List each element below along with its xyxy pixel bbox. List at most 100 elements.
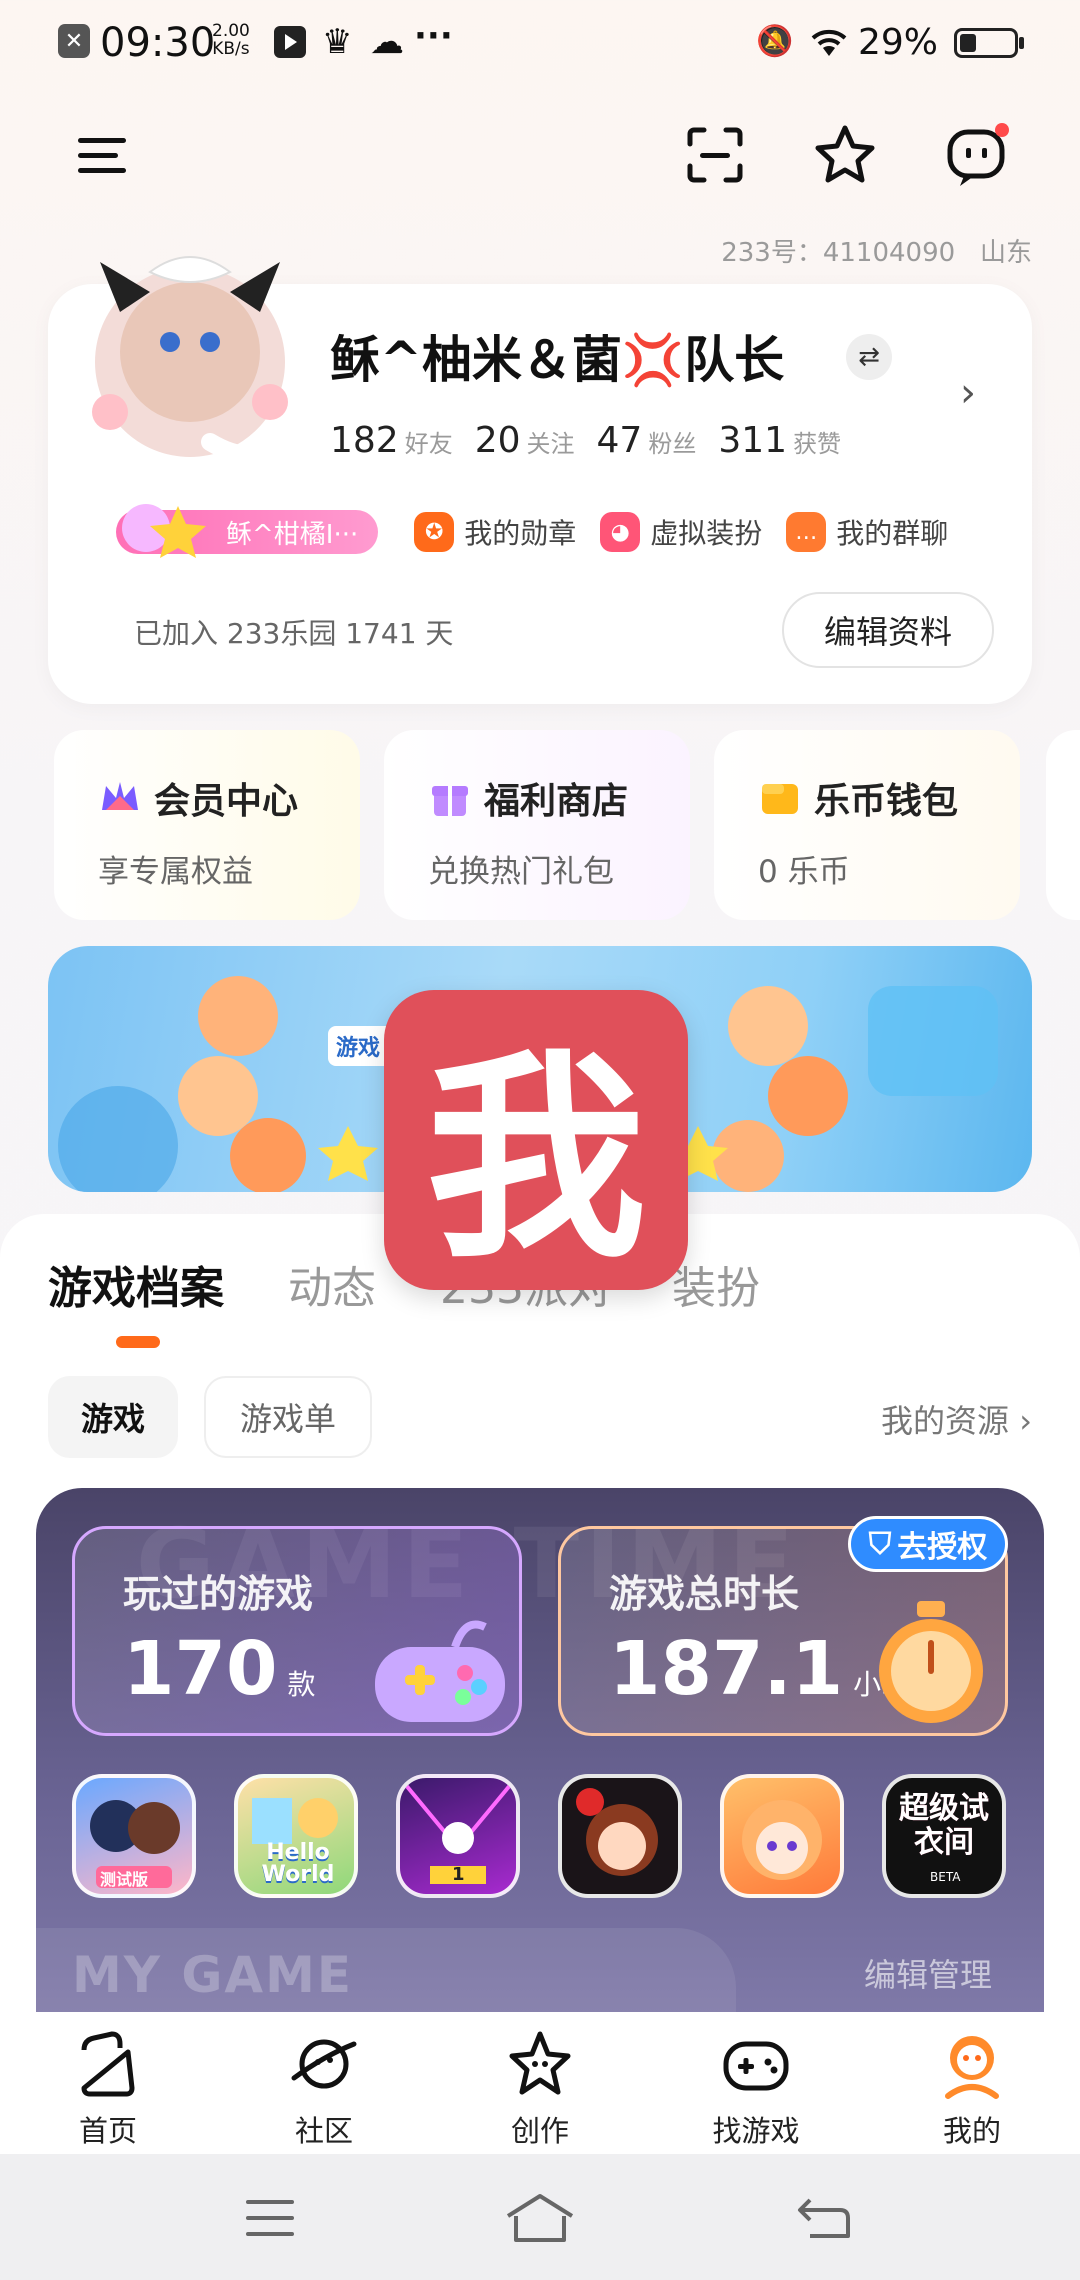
game-icon-dance[interactable]: 1 — [396, 1774, 520, 1898]
name-tag[interactable]: 稣^柑橘I··· — [116, 504, 379, 558]
menu-icon[interactable] — [68, 120, 138, 190]
nav-label: 创作 — [510, 2114, 569, 2148]
system-menu-icon[interactable] — [244, 2196, 296, 2240]
played-count: 170 — [123, 1626, 278, 1712]
feature-subtitle: 享专属权益 — [98, 854, 253, 890]
game-icon-dressup[interactable]: 超级试衣间 BETA — [882, 1774, 1006, 1898]
game-badge: 超级试衣间 — [899, 1791, 989, 1860]
nav-create[interactable]: 创作 — [450, 2026, 630, 2150]
planet-icon — [291, 2039, 357, 2089]
bottom-nav: 首页 社区 创作 找游戏 我的 — [0, 2012, 1080, 2154]
my-resources-link[interactable]: 我的资源 › — [881, 1396, 1032, 1442]
shield-check-icon: ⛉ — [868, 1526, 892, 1562]
feature-title: 福利商店 — [484, 781, 629, 822]
game-icon-sakura[interactable]: 测试版 — [72, 1774, 196, 1898]
chip-label: 我的群聊 — [836, 517, 949, 550]
stat-num: 20 — [474, 420, 521, 461]
gamepad-3d-icon — [375, 1620, 505, 1722]
mute-bell-icon: 🔕 — [756, 24, 794, 59]
cat-icon: ◕ — [600, 512, 641, 552]
feature-title: 乐币钱包 — [814, 781, 959, 822]
vip-center-card[interactable]: 会员中心 享专属权益 — [54, 730, 360, 920]
game-icon-hello-world[interactable]: Hello World — [234, 1774, 358, 1898]
chip-label: 我的勋章 — [464, 517, 577, 550]
battery-percent: 29% — [857, 22, 938, 63]
status-time: 09:30 — [100, 20, 216, 66]
feature-subtitle: 兑换热门礼包 — [428, 854, 614, 890]
nav-home[interactable]: 首页 — [18, 2026, 198, 2150]
nav-community[interactable]: 社区 — [234, 2026, 414, 2150]
favorite-star-icon[interactable] — [810, 120, 880, 190]
stat-likes[interactable]: 311 获赞 — [718, 420, 841, 461]
system-back-icon[interactable] — [796, 2192, 852, 2244]
tab-indicator — [116, 1336, 160, 1348]
authorize-button[interactable]: ⛉ 去授权 — [848, 1516, 1008, 1572]
stat-friends[interactable]: 182 好友 — [330, 420, 453, 461]
overlay-badge: 我 — [384, 990, 688, 1290]
scan-icon[interactable] — [680, 120, 750, 190]
system-home-icon[interactable] — [504, 2190, 576, 2246]
wifi-icon — [811, 29, 847, 56]
played-unit: 款 — [287, 1668, 316, 1701]
stopwatch-icon — [879, 1601, 983, 1723]
gamepad-icon — [723, 2041, 789, 2091]
filter-game-list[interactable]: 游戏单 — [204, 1376, 372, 1458]
chip-group-chat[interactable]: … 我的群聊 — [786, 512, 948, 552]
welfare-shop-card[interactable]: 福利商店 兑换热门礼包 — [384, 730, 690, 920]
user-id-region: 233号：41104090 山东 — [721, 232, 1032, 269]
feature-title: 会员中心 — [154, 781, 299, 822]
user-region: 山东 — [979, 238, 1032, 268]
vip-crown-icon — [102, 782, 138, 810]
stat-num: 311 — [718, 420, 788, 461]
edit-manage-link[interactable]: 编辑管理 — [864, 1950, 992, 1996]
chip-dressup[interactable]: ◕ 虚拟装扮 — [600, 512, 762, 552]
avatar[interactable] — [80, 232, 300, 472]
tab-dressup[interactable]: 装扮 — [672, 1252, 760, 1316]
cloud-icon: ☁ — [370, 22, 404, 62]
game-badge: Hello World — [261, 1840, 335, 1887]
gift-icon — [432, 786, 468, 816]
stat-following[interactable]: 20 关注 — [475, 420, 575, 461]
nav-find-game[interactable]: 找游戏 — [666, 2026, 846, 2150]
panel-watermark-bottom: MY GAME — [72, 1946, 354, 2004]
coin-wallet-card[interactable]: 乐币钱包 0 乐币 — [714, 730, 1020, 920]
user-id: 233号：41104090 — [721, 238, 956, 268]
banner-tag: 游戏 — [336, 1036, 381, 1061]
feature-subtitle: 0 乐币 — [758, 854, 850, 890]
game-icon-anime-girl[interactable] — [720, 1774, 844, 1898]
status-bar: ✕ 09:30 2.00 KB/s ♛ ☁ ··· 🔕 29% — [0, 0, 1080, 84]
message-icon[interactable] — [942, 120, 1012, 190]
stat-label: 关注 — [526, 430, 575, 458]
played-games-box[interactable]: 玩过的游戏 170 款 — [72, 1526, 522, 1736]
crown-icon: ♛ — [322, 22, 353, 62]
edit-profile-button[interactable]: 编辑资料 — [782, 592, 994, 668]
filter-game[interactable]: 游戏 — [48, 1376, 178, 1458]
battery-icon — [954, 28, 1018, 58]
profile-chips: 稣^柑橘I··· ✪ 我的勋章 ◕ 虚拟装扮 … 我的群聊 — [116, 504, 948, 558]
stat-label: 粉丝 — [648, 430, 697, 458]
my-resources-label: 我的资源 — [881, 1402, 1010, 1440]
chip-medals[interactable]: ✪ 我的勋章 — [414, 512, 576, 552]
stat-num: 182 — [330, 420, 399, 461]
stat-label: 好友 — [404, 430, 453, 458]
net-speed-value: 2.00 — [212, 21, 250, 41]
authorize-label: 去授权 — [897, 1530, 988, 1565]
system-nav-bar — [0, 2154, 1080, 2280]
wallet-icon — [762, 784, 798, 814]
feature-card-peek[interactable] — [1046, 730, 1080, 920]
battery-tip — [1019, 37, 1024, 49]
medal-icon: ✪ — [414, 512, 455, 552]
stat-fans[interactable]: 47 粉丝 — [597, 420, 697, 461]
switch-account-icon[interactable]: ⇄ — [846, 334, 892, 380]
net-speed-unit: KB/s — [212, 39, 250, 59]
game-icon-chibi[interactable] — [558, 1774, 682, 1898]
nav-label: 社区 — [294, 2114, 353, 2148]
tab-game-archive[interactable]: 游戏档案 — [48, 1252, 224, 1316]
nickname: 稣^柚米＆菌💢队长 — [330, 331, 785, 389]
stat-label: 获赞 — [793, 430, 842, 458]
chevron-right-icon[interactable]: › — [960, 370, 976, 416]
profile-stats: 182 好友 20 关注 47 粉丝 311 获赞 — [330, 420, 841, 461]
tab-dynamic[interactable]: 动态 — [288, 1252, 376, 1316]
nav-mine[interactable]: 我的 — [882, 2026, 1062, 2150]
notification-close-icon: ✕ — [58, 24, 90, 58]
